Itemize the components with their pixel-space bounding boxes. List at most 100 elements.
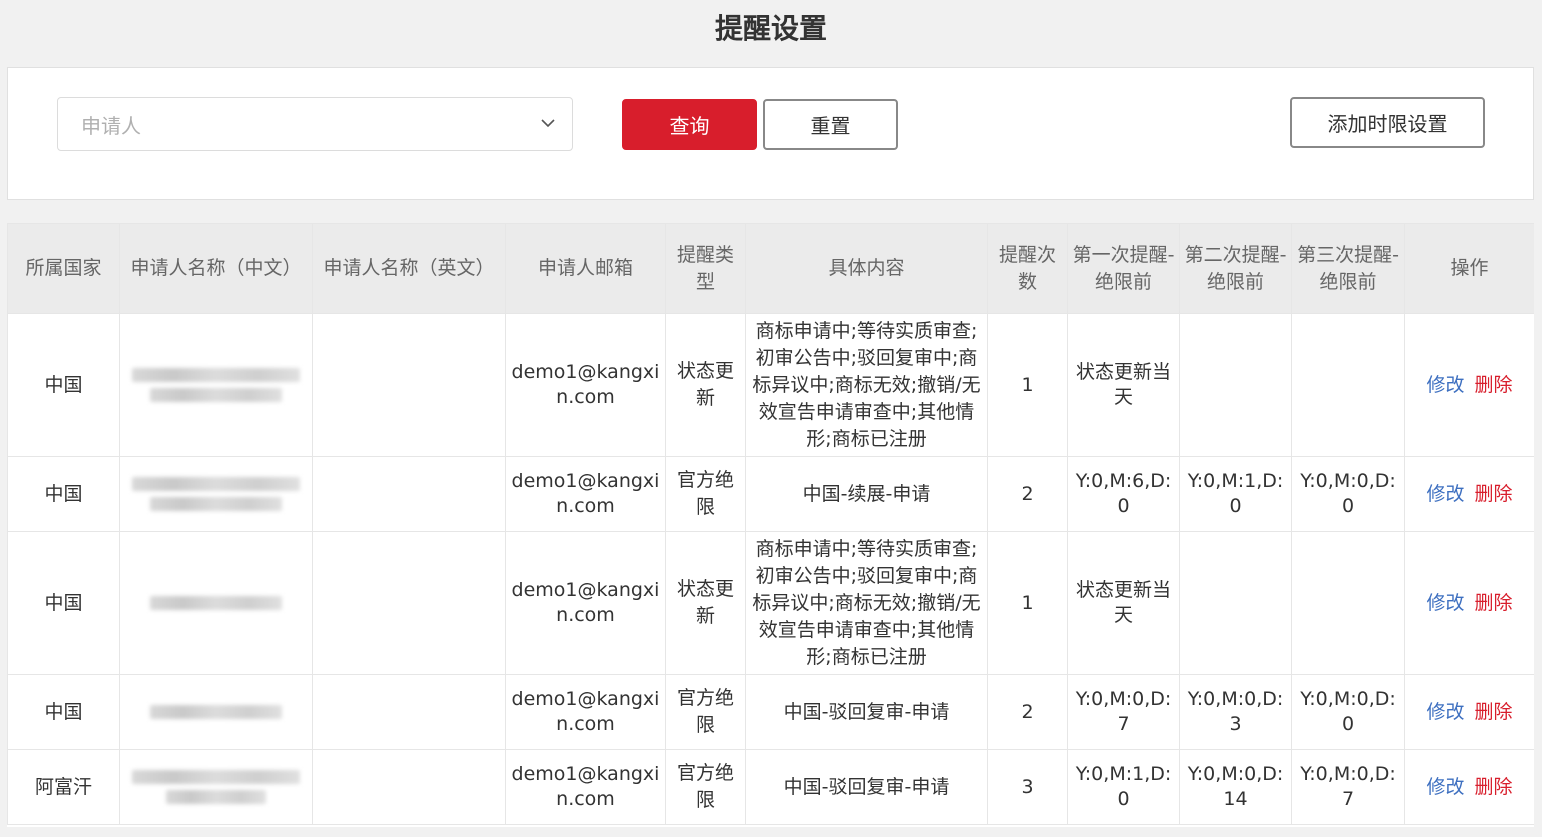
redacted-name: [124, 705, 308, 719]
cell-first-remind: Y:0,M:1,D:0: [1067, 749, 1180, 825]
cell-country: 中国: [7, 456, 120, 532]
redacted-name: [124, 770, 308, 804]
delete-link[interactable]: 删除: [1475, 374, 1513, 396]
filter-panel: 申请人 查询 重置 添加时限设置: [7, 67, 1534, 200]
cell-actions: 修改 删除: [1404, 531, 1534, 675]
edit-link[interactable]: 修改: [1426, 776, 1464, 798]
cell-actions: 修改 删除: [1404, 456, 1534, 532]
header-email: 申请人邮箱: [505, 223, 666, 314]
add-deadline-setting-button[interactable]: 添加时限设置: [1290, 97, 1485, 148]
cell-count: 2: [987, 456, 1068, 532]
cell-name-en: [312, 531, 506, 675]
cell-third-remind: Y:0,M:0,D:0: [1291, 674, 1405, 750]
cell-second-remind: [1179, 531, 1292, 675]
cell-name-en: [312, 313, 506, 457]
delete-link[interactable]: 删除: [1475, 701, 1513, 723]
cell-name-cn: [119, 456, 313, 532]
cell-second-remind: Y:0,M:1,D:0: [1179, 456, 1292, 532]
redacted-text-block: [132, 477, 300, 491]
cell-first-remind: Y:0,M:6,D:0: [1067, 456, 1180, 532]
cell-first-remind: Y:0,M:0,D:7: [1067, 674, 1180, 750]
edit-link[interactable]: 修改: [1426, 592, 1464, 614]
redacted-text-block: [166, 790, 266, 804]
table-row: 中国 demo1@kangxin.com 官方绝限 中国-驳回复审-申请 2 Y:0,M:…: [7, 674, 1534, 750]
redacted-name: [124, 596, 308, 610]
cell-type: 官方绝限: [665, 749, 746, 825]
cell-type: 状态更新: [665, 313, 746, 457]
cell-third-remind: Y:0,M:0,D:7: [1291, 749, 1405, 825]
cell-actions: 修改 删除: [1404, 674, 1534, 750]
cell-country: 中国: [7, 313, 120, 457]
table-header-row: 所属国家 申请人名称（中文） 申请人名称（英文） 申请人邮箱 提醒类型 具体内容 提醒次数第…: [7, 223, 1534, 314]
cell-type: 官方绝限: [665, 456, 746, 532]
cell-country: 中国: [7, 674, 120, 750]
header-actions: 操作: [1404, 223, 1534, 314]
cell-content: 中国-驳回复审-申请: [745, 674, 988, 750]
cell-name-cn: [119, 674, 313, 750]
applicant-select[interactable]: 申请人: [57, 97, 573, 151]
redacted-text-block: [132, 368, 300, 382]
applicant-select-placeholder: 申请人: [81, 113, 141, 138]
edit-link[interactable]: 修改: [1426, 374, 1464, 396]
header-first: 第一次提醒-绝限前: [1067, 223, 1180, 314]
redacted-text-block: [150, 388, 282, 402]
reset-button[interactable]: 重置: [763, 99, 898, 150]
cell-type: 官方绝限: [665, 674, 746, 750]
cell-actions: 修改 删除: [1404, 749, 1534, 825]
header-content: 具体内容: [745, 223, 988, 314]
cell-type: 状态更新: [665, 531, 746, 675]
query-button[interactable]: 查询: [622, 99, 757, 150]
table-row: 中国 demo1@kangxin.com 状态更新 商标申请中;等待实质审查;初审公告…: [7, 531, 1534, 675]
redacted-name: [124, 368, 308, 402]
cell-email: demo1@kangxin.com: [505, 749, 666, 825]
cell-content: 商标申请中;等待实质审查;初审公告中;驳回复审中;商标异议中;商标无效;撤销/无…: [745, 531, 988, 675]
header-second: 第二次提醒-绝限前: [1179, 223, 1292, 314]
header-third: 第三次提醒-绝限前: [1291, 223, 1405, 314]
header-name-en: 申请人名称（英文）: [312, 223, 506, 314]
cell-second-remind: Y:0,M:0,D:3: [1179, 674, 1292, 750]
redacted-text-block: [150, 705, 282, 719]
cell-name-cn: [119, 749, 313, 825]
reminder-table: 所属国家 申请人名称（中文） 申请人名称（英文） 申请人邮箱 提醒类型 具体内容 提醒次数第…: [7, 223, 1534, 827]
cell-email: demo1@kangxin.com: [505, 674, 666, 750]
header-name-cn: 申请人名称（中文）: [119, 223, 313, 314]
redacted-text-block: [150, 497, 282, 511]
delete-link[interactable]: 删除: [1475, 483, 1513, 505]
cell-email: demo1@kangxin.com: [505, 313, 666, 457]
cell-count: 1: [987, 531, 1068, 675]
cell-email: demo1@kangxin.com: [505, 531, 666, 675]
chevron-down-icon: [541, 119, 555, 128]
cell-name-cn: [119, 531, 313, 675]
cell-count: 3: [987, 749, 1068, 825]
cell-country: 阿富汗: [7, 749, 120, 825]
cell-third-remind: [1291, 531, 1405, 675]
header-country: 所属国家: [7, 223, 120, 314]
cell-count: 2: [987, 674, 1068, 750]
cell-country: 中国: [7, 531, 120, 675]
edit-link[interactable]: 修改: [1426, 483, 1464, 505]
cell-content: 中国-续展-申请: [745, 456, 988, 532]
table-row: 阿富汗 demo1@kangxin.com 官方绝限 中国-驳回复审-申请 3 Y:0,M…: [7, 749, 1534, 825]
page-title: 提醒设置: [714, 12, 827, 45]
redacted-text-block: [132, 770, 300, 784]
cell-third-remind: Y:0,M:0,D:0: [1291, 456, 1405, 532]
cell-third-remind: [1291, 313, 1405, 457]
cell-email: demo1@kangxin.com: [505, 456, 666, 532]
cell-name-en: [312, 674, 506, 750]
cell-name-en: [312, 456, 506, 532]
cell-second-remind: Y:0,M:0,D:14: [1179, 749, 1292, 825]
cell-count: 1: [987, 313, 1068, 457]
cell-content: 中国-驳回复审-申请: [745, 749, 988, 825]
header-type: 提醒类型: [665, 223, 746, 314]
delete-link[interactable]: 删除: [1475, 776, 1513, 798]
redacted-name: [124, 477, 308, 511]
edit-link[interactable]: 修改: [1426, 701, 1464, 723]
delete-link[interactable]: 删除: [1475, 592, 1513, 614]
cell-second-remind: [1179, 313, 1292, 457]
cell-first-remind: 状态更新当天: [1067, 531, 1180, 675]
table-row: 中国 demo1@kangxin.com 状态更新 商标申请中;等待实质审查;初审公告…: [7, 313, 1534, 457]
cell-first-remind: 状态更新当天: [1067, 313, 1180, 457]
cell-name-cn: [119, 313, 313, 457]
redacted-text-block: [150, 596, 282, 610]
cell-actions: 修改 删除: [1404, 313, 1534, 457]
